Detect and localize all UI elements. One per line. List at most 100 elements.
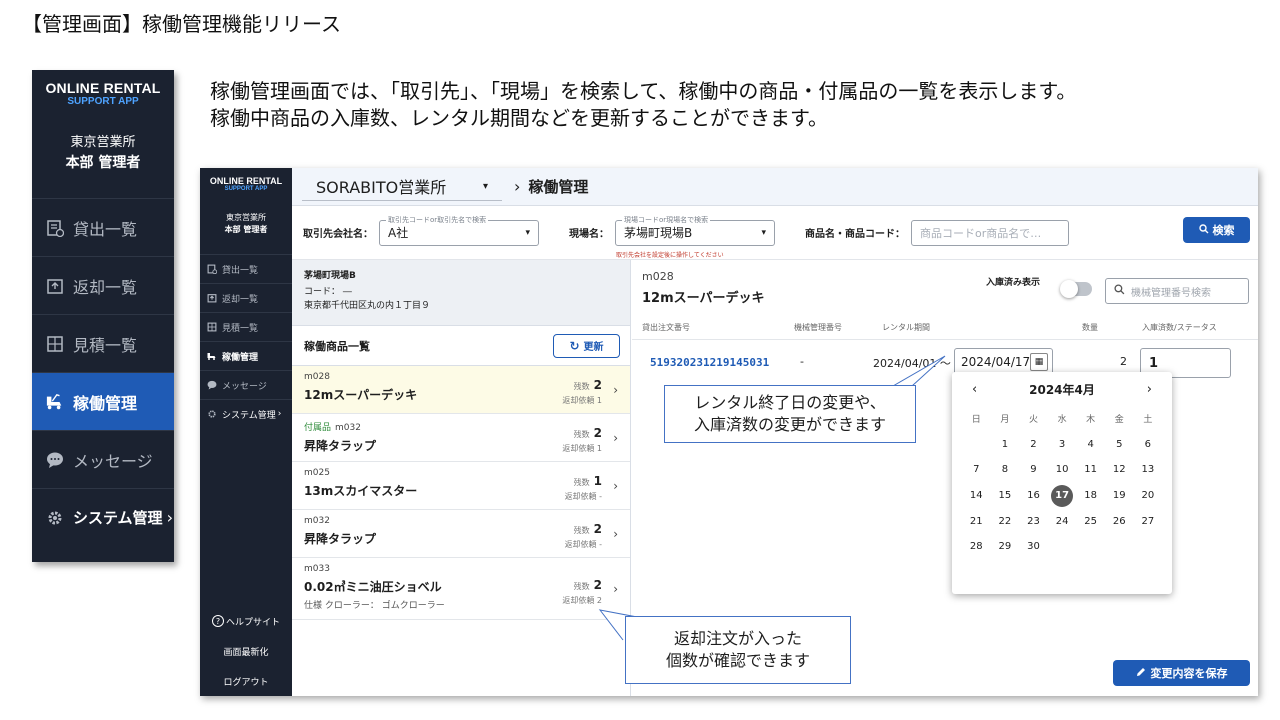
chevron-right-icon: › — [613, 526, 618, 541]
calendar-day[interactable]: 15 — [991, 483, 1020, 509]
calendar-day[interactable]: 18 — [1076, 483, 1105, 509]
calendar-day[interactable]: 11 — [1076, 457, 1105, 483]
machine-number-search-input[interactable]: 機械管理番号検索 — [1105, 278, 1249, 304]
message-icon — [46, 451, 64, 469]
sidebar-item-operations[interactable]: 稼働管理 — [32, 372, 174, 430]
sidebar-item-messages[interactable]: メッセージ — [32, 430, 174, 488]
rental-list-icon — [207, 264, 217, 274]
received-toggle[interactable] — [1060, 280, 1092, 298]
calendar-day[interactable]: 21 — [962, 508, 991, 534]
office-select[interactable]: SORABITO営業所 ▾ — [302, 173, 502, 201]
sidebar-item-label: 貸出一覧 — [222, 265, 259, 276]
calendar-day[interactable]: 28 — [962, 534, 991, 560]
help-icon: ? — [211, 615, 224, 627]
search-icon — [1114, 284, 1125, 298]
search-button[interactable]: 検索 — [1183, 217, 1250, 243]
return-label: 返却依頼 — [562, 396, 595, 405]
list-item[interactable]: m025 13mスカイマスター 残数 1 返却依頼 - › — [292, 462, 630, 510]
calendar-day[interactable]: 30 — [1019, 534, 1048, 560]
sidebar-item-quotes[interactable]: 見積一覧 — [200, 312, 292, 341]
order-number-link[interactable]: 519320231219145031 — [650, 356, 769, 369]
slide-title: 【管理画面】稼働管理機能リリース — [22, 12, 341, 36]
chevron-right-icon: › — [613, 478, 618, 493]
logout-link[interactable]: ログアウト — [200, 666, 292, 696]
calendar-day[interactable]: 16 — [1019, 483, 1048, 509]
list-item[interactable]: m033 0.02㎥ミニ油圧ショベル 仕様 クローラー： ゴムクローラー 残数 2… — [292, 558, 630, 620]
weekday-label: 月 — [1000, 415, 1010, 426]
site-select[interactable]: 現場コードor現場名で検索 茅場町現場B ▾ 取引先会社を設定後に操作してくださ… — [615, 214, 775, 259]
office-info: 東京営業所 本部 管理者 — [32, 133, 174, 173]
save-changes-button[interactable]: 変更内容を保存 — [1113, 660, 1250, 686]
calendar-day[interactable]: 19 — [1105, 483, 1134, 509]
machine-number: - — [800, 355, 804, 368]
app-logo: ONLINE RENTAL SUPPORT APP — [200, 168, 292, 192]
gear-icon — [46, 509, 64, 527]
rental-end-date-value: 2024/04/17 — [961, 355, 1031, 369]
selected-day: 17 — [1051, 484, 1074, 507]
sidebar-item-rentals[interactable]: 貸出一覧 — [32, 198, 174, 256]
refresh-link[interactable]: 画面最新化 — [200, 636, 292, 666]
prev-month-icon[interactable]: ‹ — [972, 382, 977, 397]
item-code: m032 — [304, 516, 330, 526]
calendar-day[interactable]: 20 — [1134, 483, 1163, 509]
calendar-day[interactable]: 27 — [1134, 508, 1163, 534]
calendar-day[interactable]: 13 — [1134, 457, 1163, 483]
quote-list-icon — [46, 335, 64, 353]
calendar-day[interactable]: 3 — [1048, 432, 1077, 458]
calendar-day[interactable]: 10 — [1048, 457, 1077, 483]
calendar-day[interactable]: 5 — [1105, 432, 1134, 458]
list-item[interactable]: 付属品 m032 昇降タラップ 残数 2 返却依頼 1 › — [292, 414, 630, 462]
app-sidebar: ONLINE RENTAL SUPPORT APP 東京営業所 本部 管理者 貸… — [200, 168, 292, 696]
return-count: 1 — [596, 444, 602, 453]
calendar-day[interactable]: 26 — [1105, 508, 1134, 534]
client-select[interactable]: 取引先コードor取引先名で検索 A社 ▾ — [379, 214, 539, 246]
calendar-day[interactable]: 12 — [1105, 457, 1134, 483]
sidebar-item-operations[interactable]: 稼働管理 — [200, 341, 292, 370]
calendar-day[interactable]: 22 — [991, 508, 1020, 534]
sidebar-item-system[interactable]: システム管理 › — [32, 488, 174, 546]
sidebar-item-messages[interactable]: メッセージ — [200, 370, 292, 399]
site-label: 現場名： — [569, 229, 609, 240]
remain-label: 残数 — [573, 478, 590, 487]
logo-text: ONLINE RENTAL — [45, 80, 161, 96]
help-site-link[interactable]: ? ヘルプサイト — [200, 606, 292, 636]
calendar-day[interactable]: 8 — [991, 457, 1020, 483]
chevron-right-icon: › — [613, 581, 618, 596]
col-received-status: 入庫済数/ステータス — [1142, 323, 1217, 332]
app-logo: ONLINE RENTAL SUPPORT APP — [32, 70, 174, 107]
sidebar-item-quotes[interactable]: 見積一覧 — [32, 314, 174, 372]
help-site-label: ヘルプサイト — [225, 617, 280, 628]
search-bar: 取引先会社名： 取引先コードor取引先名で検索 A社 ▾ 現場名： 現場コードo… — [292, 206, 1258, 260]
product-search-input[interactable]: 商品コードor商品名で… — [911, 219, 1069, 246]
calendar-day[interactable]: 14 — [962, 483, 991, 509]
client-label: 取引先会社名： — [303, 229, 373, 240]
calendar-day[interactable]: 17 — [1048, 483, 1077, 509]
calendar-day[interactable]: 7 — [962, 457, 991, 483]
dropdown-arrow-icon: ▾ — [482, 180, 488, 192]
sidebar-item-rentals[interactable]: 貸出一覧 — [200, 254, 292, 283]
calendar-icon[interactable]: ▦ — [1030, 353, 1048, 371]
calendar-day[interactable]: 29 — [991, 534, 1020, 560]
big-sidebar: ONLINE RENTAL SUPPORT APP 東京営業所 本部 管理者 貸… — [32, 70, 174, 562]
calendar-day[interactable]: 6 — [1134, 432, 1163, 458]
calendar-day[interactable]: 9 — [1019, 457, 1048, 483]
col-quantity: 数量 — [1082, 323, 1098, 332]
update-button[interactable]: ↻ 更新 — [553, 333, 620, 358]
calendar-day[interactable]: 2 — [1019, 432, 1048, 458]
machine-search-placeholder: 機械管理番号検索 — [1131, 287, 1211, 299]
sidebar-item-returns[interactable]: 返却一覧 — [32, 256, 174, 314]
calendar-day[interactable]: 4 — [1076, 432, 1105, 458]
sidebar-item-returns[interactable]: 返却一覧 — [200, 283, 292, 312]
calendar-day[interactable]: 25 — [1076, 508, 1105, 534]
sidebar-item-label: メッセージ — [73, 451, 153, 471]
calendar-day[interactable]: 23 — [1019, 508, 1048, 534]
sidebar-item-label: メッセージ — [222, 381, 267, 392]
gear-icon — [207, 409, 217, 419]
list-item[interactable]: m032 昇降タラップ 残数 2 返却依頼 - › — [292, 510, 630, 558]
next-month-icon[interactable]: › — [1147, 382, 1152, 397]
list-item[interactable]: m028 12mスーパーデッキ 残数 2 返却依頼 1 › — [292, 366, 630, 414]
callout-text: レンタル終了日の変更や、 — [694, 393, 886, 412]
calendar-day[interactable]: 24 — [1048, 508, 1077, 534]
calendar-day[interactable]: 1 — [991, 432, 1020, 458]
sidebar-item-system[interactable]: システム管理 › — [200, 399, 292, 428]
